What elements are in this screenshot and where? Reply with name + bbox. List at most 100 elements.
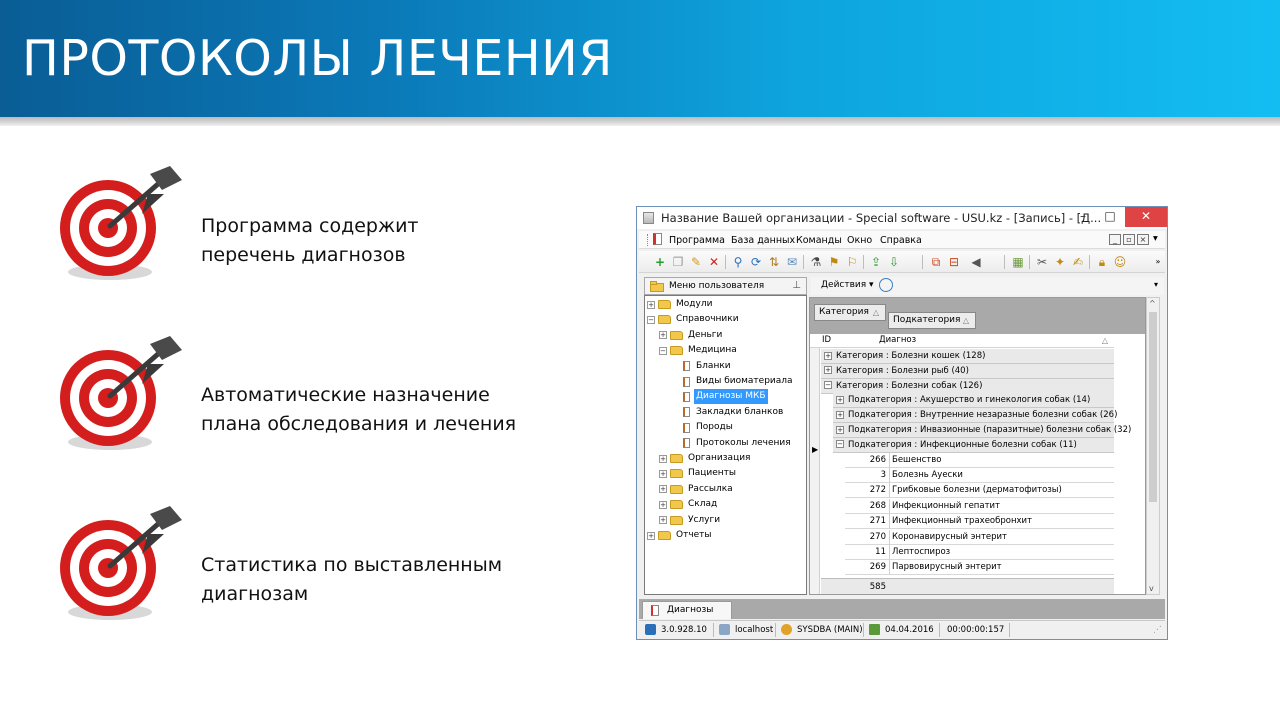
tree-item[interactable]: + Отчеты — [647, 528, 714, 543]
category-group-row[interactable]: − Категория : Болезни собак (126) — [821, 378, 1114, 394]
table-row[interactable]: 269 Парвовирусный энтерит — [845, 560, 1114, 576]
category-group-row[interactable]: + Категория : Болезни рыб (40) — [821, 363, 1114, 379]
expand-collapse-icon[interactable]: − — [824, 381, 832, 390]
mdi-minimize-button[interactable]: _ — [1109, 234, 1121, 245]
tree-item[interactable]: + Рассылка — [659, 482, 735, 497]
tree-item[interactable]: + Пациенты — [659, 466, 738, 481]
bullet-3-line-2: диагнозам — [201, 583, 309, 605]
scroll-down-icon[interactable]: v — [1149, 584, 1154, 593]
table-row[interactable]: 272 Грибковые болезни (дерматофитозы) — [845, 483, 1114, 499]
navigate-icon[interactable]: ◀ — [969, 255, 983, 269]
actions-dropdown[interactable]: Действия ▾ — [821, 280, 874, 290]
window-close-icon[interactable]: ⊟ — [947, 255, 961, 269]
expand-collapse-icon[interactable]: − — [836, 440, 844, 449]
expand-icon[interactable]: + — [659, 331, 667, 340]
table-row[interactable]: 270 Коронавирусный энтерит — [845, 529, 1114, 545]
mdi-restore-button[interactable]: ▫ — [1123, 234, 1135, 245]
tree-item[interactable]: + Услуги — [659, 513, 722, 528]
subcategory-group-row[interactable]: + Подкатегория : Акушерство и гинекология… — [833, 393, 1114, 409]
group-by-subcategory[interactable]: Подкатегория △ — [888, 312, 976, 329]
subcategory-group-row[interactable]: − Подкатегория : Инфекционные болезни соб… — [833, 437, 1114, 453]
note-icon[interactable]: ✍ — [1071, 255, 1085, 269]
expand-collapse-icon[interactable]: + — [824, 351, 832, 360]
collapse-icon[interactable]: − — [647, 315, 655, 324]
menu-commands[interactable]: Команды — [796, 235, 842, 246]
close-button[interactable]: ✕ — [1125, 207, 1167, 227]
subcategory-group-row[interactable]: + Подкатегория : Инвазионные (паразитные)… — [833, 423, 1131, 438]
sort-icon[interactable]: ⇅ — [767, 255, 781, 269]
tree-item[interactable]: + Модули — [647, 297, 714, 312]
comment-icon[interactable]: ✉ — [785, 255, 799, 269]
menu-window[interactable]: Окно — [847, 235, 872, 246]
resize-grip-icon[interactable]: ⋰ — [1153, 622, 1162, 638]
menu-overflow-icon[interactable]: ▾ — [1153, 233, 1158, 244]
refresh-icon[interactable]: ⟳ — [749, 255, 763, 269]
tab-diagnoses[interactable]: Диагнозы МКБ — [642, 601, 732, 631]
export-icon[interactable]: ⇪ — [869, 255, 883, 269]
category-group-row[interactable]: + Категория : Болезни кошек (128) — [821, 349, 1114, 364]
tree-item[interactable]: Протоколы лечения — [683, 436, 793, 451]
expand-icon[interactable]: + — [647, 300, 655, 309]
tools-icon[interactable]: ✂ — [1035, 255, 1049, 269]
expand-collapse-icon[interactable]: + — [836, 395, 844, 404]
column-header-id[interactable]: ID — [822, 334, 831, 347]
expand-collapse-icon[interactable]: + — [824, 366, 832, 375]
table-row[interactable]: 3 Болезнь Ауески — [845, 468, 1114, 483]
copy-icon[interactable]: ❐ — [671, 255, 685, 269]
tree-item[interactable]: + Склад — [659, 497, 719, 512]
menu-program[interactable]: Программа — [669, 235, 725, 246]
scrollbar-thumb[interactable] — [1149, 312, 1157, 502]
expand-icon[interactable]: + — [659, 500, 667, 509]
table-row[interactable]: 271 Инфекционный трахеобронхит — [845, 514, 1114, 530]
delete-icon[interactable]: ✕ — [707, 255, 721, 269]
users-icon[interactable]: ☺ — [1113, 255, 1127, 269]
tree-item[interactable]: Бланки — [683, 359, 733, 374]
pin-icon[interactable]: ⊥ — [792, 280, 801, 291]
tree-item[interactable]: − Медицина — [659, 343, 739, 358]
collapse-icon[interactable]: − — [659, 346, 667, 355]
add-icon[interactable]: + — [653, 255, 667, 269]
tree-item[interactable]: + Организация — [659, 451, 752, 466]
table-row[interactable]: 268 Инфекционный гепатит — [845, 498, 1114, 514]
toolbar-overflow-icon[interactable]: » — [1151, 255, 1165, 269]
clock-icon[interactable] — [879, 278, 893, 292]
mdi-close-button[interactable]: × — [1137, 234, 1149, 245]
expand-icon[interactable]: + — [659, 485, 667, 494]
scroll-up-icon[interactable]: ^ — [1149, 299, 1156, 308]
table-row[interactable]: 266 Бешенство — [845, 452, 1114, 468]
group-by-category[interactable]: Категория △ — [814, 304, 886, 321]
tree-item[interactable]: Диагнозы МКБ — [683, 389, 768, 405]
flag-clear-icon[interactable]: ⚐ — [845, 255, 859, 269]
expand-icon[interactable]: + — [659, 454, 667, 463]
search-icon[interactable]: ⚲ — [731, 255, 745, 269]
actions-overflow-icon[interactable]: ▾ — [1154, 280, 1158, 289]
lock-icon[interactable]: 🔒︎ — [1095, 255, 1109, 269]
expand-icon[interactable]: + — [659, 469, 667, 478]
menu-help[interactable]: Справка — [880, 235, 922, 246]
maximize-button[interactable]: □ — [1097, 207, 1123, 227]
expand-collapse-icon[interactable]: + — [836, 425, 844, 434]
import-icon[interactable]: ⇩ — [887, 255, 901, 269]
grid-vertical-scrollbar[interactable]: ^ v — [1146, 297, 1160, 595]
expand-collapse-icon[interactable]: + — [836, 410, 844, 419]
expand-icon[interactable]: + — [659, 516, 667, 525]
wand-icon[interactable]: ✦ — [1053, 255, 1067, 269]
minimize-button[interactable]: – — [1070, 207, 1096, 227]
tree-item[interactable]: Породы — [683, 420, 735, 435]
calendar-icon[interactable]: ▦ — [1011, 255, 1025, 269]
tree-item[interactable]: Виды биоматериала — [683, 374, 795, 389]
folder-icon — [670, 500, 683, 510]
subcategory-group-row[interactable]: + Подкатегория : Внутренние незаразные бо… — [833, 408, 1117, 424]
flag-icon[interactable]: ⚑ — [827, 255, 841, 269]
table-row[interactable]: 11 Лептоспироз — [845, 545, 1114, 560]
tree-item[interactable]: + Деньги — [659, 328, 724, 343]
expand-icon[interactable]: + — [647, 531, 655, 540]
tree-item[interactable]: Закладки бланков — [683, 405, 785, 420]
menu-database[interactable]: База данных — [731, 235, 795, 246]
window-new-icon[interactable]: ⧉ — [929, 255, 943, 269]
column-header-diagnosis[interactable]: Диагноз — [879, 334, 916, 347]
edit-icon[interactable]: ✎ — [689, 255, 703, 269]
filter-icon[interactable]: ⚗ — [809, 255, 823, 269]
menu-grip[interactable] — [647, 234, 649, 246]
tree-item[interactable]: − Справочники — [647, 312, 741, 327]
